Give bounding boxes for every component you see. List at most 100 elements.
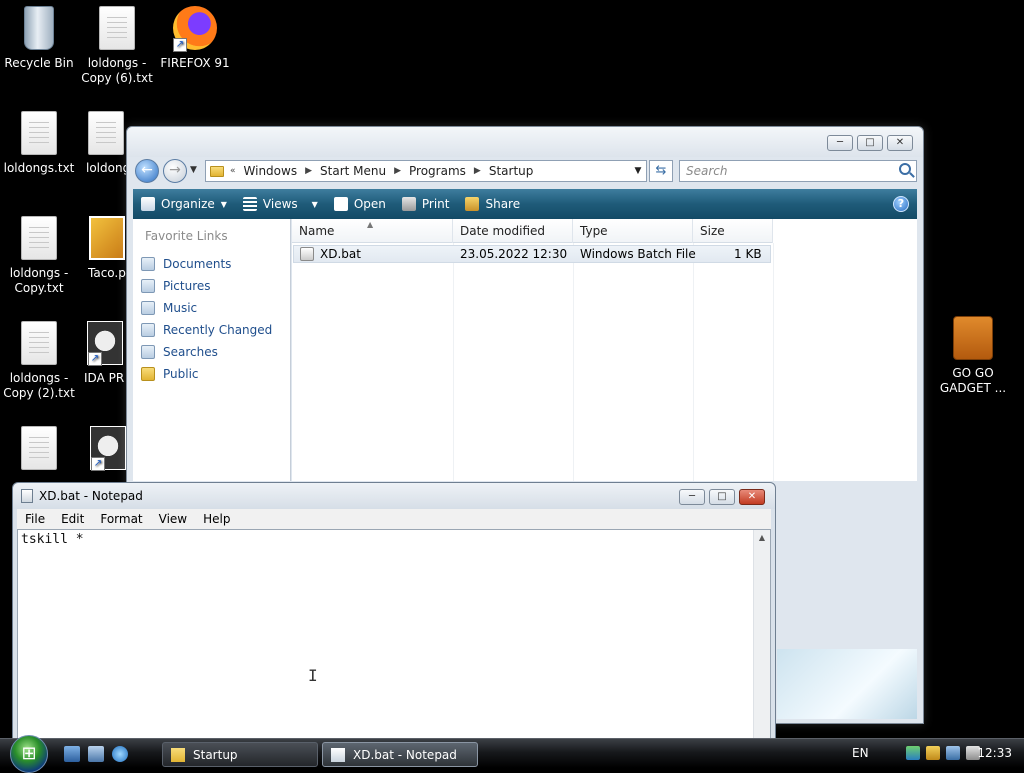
close-button[interactable]: ✕ [739, 489, 765, 505]
briefcase-icon [953, 316, 993, 360]
desktop-icon-firefox[interactable]: ↗ FIREFOX 91 [156, 2, 234, 71]
notepad-icon [331, 747, 345, 762]
share-button[interactable]: Share [457, 189, 528, 219]
maximize-button[interactable]: □ [857, 135, 883, 151]
scroll-up-icon[interactable]: ▲ [754, 530, 770, 546]
taskbar-item-notepad[interactable]: XD.bat - Notepad [322, 742, 478, 767]
taskbar-item-label: Startup [193, 747, 238, 762]
help-icon[interactable]: ? [893, 196, 909, 212]
search-icon [899, 163, 911, 175]
explorer-titlebar[interactable]: ─ □ ✕ [127, 127, 923, 157]
vertical-scrollbar[interactable]: ▲ [753, 530, 770, 738]
desktop-icon-label: loldongs - Copy (2).txt [3, 371, 75, 400]
desktop-icon-shortcut[interactable]: ↗ [90, 422, 126, 476]
forward-button[interactable]: → [163, 159, 187, 183]
recent-icon [141, 323, 155, 337]
language-indicator[interactable]: EN [852, 746, 869, 760]
network-icon[interactable] [906, 746, 920, 760]
desktop-icon-label: Recycle Bin [4, 56, 74, 70]
desktop-icon-go-go-gadget[interactable]: GO GO GADGET ... [934, 312, 1012, 396]
desktop-icon-loldongs[interactable]: loldongs.txt [0, 107, 78, 176]
notepad-titlebar[interactable]: XD.bat - Notepad ─ □ ✕ [13, 483, 775, 509]
taskbar-item-startup[interactable]: Startup [162, 742, 318, 767]
favorite-links-heading: Favorite Links [145, 229, 228, 243]
file-row[interactable]: XD.bat 23.05.2022 12:30 Windows Batch Fi… [293, 245, 771, 263]
editor-content[interactable]: tskill * [21, 532, 84, 547]
desktop-icon-loldongs-copy-6[interactable]: loldongs - Copy (6).txt [78, 2, 156, 86]
tray-app-icon[interactable] [946, 746, 960, 760]
column-header-type[interactable]: Type [573, 219, 693, 243]
show-desktop-icon[interactable] [64, 746, 80, 762]
command-bar: Organize ▼ Views ▼ Open Print Share ? [133, 189, 917, 219]
details-pane-graphic [777, 649, 917, 719]
views-button[interactable]: Views ▼ [235, 189, 326, 219]
start-button[interactable] [10, 735, 48, 773]
chevron-right-icon[interactable]: ▶ [303, 166, 314, 176]
maximize-button[interactable]: □ [709, 489, 735, 505]
search-input[interactable]: Search [679, 160, 917, 182]
close-button[interactable]: ✕ [887, 135, 913, 151]
desktop-icon-ida-pro[interactable]: ↗ IDA PRO [84, 317, 126, 386]
fav-link-searches[interactable]: Searches [133, 341, 290, 363]
menu-file[interactable]: File [17, 512, 53, 526]
desktop-icon-text-file[interactable] [0, 422, 78, 476]
chevron-right-icon[interactable]: ▶ [472, 166, 483, 176]
breadcrumb-overflow[interactable]: « [228, 166, 238, 176]
back-button[interactable]: ← [135, 159, 159, 183]
shortcut-arrow-icon: ↗ [88, 352, 102, 366]
menu-format[interactable]: Format [92, 512, 150, 526]
desktop-icon-recycle-bin[interactable]: Recycle Bin [0, 2, 78, 71]
chevron-down-icon[interactable]: ▼ [630, 166, 646, 176]
recent-pages-dropdown[interactable]: ▼ [190, 165, 197, 175]
fav-link-pictures[interactable]: Pictures [133, 275, 290, 297]
desktop-icon-label: loldongs - Copy.txt [9, 266, 69, 295]
desktop-icon-label: FIREFOX 91 [160, 56, 230, 70]
refresh-button[interactable]: ⇆ [649, 160, 673, 182]
minimize-button[interactable]: ─ [827, 135, 853, 151]
column-header-name[interactable]: ▲ Name [292, 219, 453, 243]
taskbar: Startup XD.bat - Notepad EN 12:33 [0, 735, 1024, 773]
text-file-icon [21, 321, 57, 365]
fav-link-music[interactable]: Music [133, 297, 290, 319]
fav-link-label: Public [163, 367, 199, 381]
taco-image-icon [89, 216, 125, 260]
open-icon [333, 197, 348, 211]
organize-button[interactable]: Organize ▼ [133, 189, 235, 219]
breadcrumb-windows[interactable]: Windows [238, 164, 304, 178]
minimize-button[interactable]: ─ [679, 489, 705, 505]
address-row: ← → ▼ « Windows ▶ Start Menu ▶ Programs … [133, 159, 917, 183]
desktop-icon-taco[interactable]: Taco.p [88, 212, 126, 281]
file-list: ▲ Name Date modified Type Size XD.bat 23.… [292, 219, 917, 481]
fav-link-label: Recently Changed [163, 323, 273, 337]
address-bar[interactable]: « Windows ▶ Start Menu ▶ Programs ▶ Star… [205, 160, 647, 182]
search-button[interactable] [899, 163, 911, 175]
column-divider [573, 243, 574, 481]
menu-edit[interactable]: Edit [53, 512, 92, 526]
breadcrumb-startup[interactable]: Startup [483, 164, 540, 178]
open-button[interactable]: Open [326, 189, 394, 219]
menu-help[interactable]: Help [195, 512, 238, 526]
security-icon[interactable] [926, 746, 940, 760]
breadcrumb-programs[interactable]: Programs [403, 164, 472, 178]
shortcut-arrow-icon: ↗ [91, 457, 105, 471]
chevron-right-icon[interactable]: ▶ [392, 166, 403, 176]
menu-view[interactable]: View [151, 512, 195, 526]
column-header-size[interactable]: Size [693, 219, 773, 243]
text-editor[interactable]: tskill * ▲ I [17, 529, 771, 738]
system-tray: EN 12:33 [834, 739, 1024, 769]
internet-explorer-icon[interactable] [112, 746, 128, 762]
fav-link-documents[interactable]: Documents [133, 253, 290, 275]
fav-link-recently-changed[interactable]: Recently Changed [133, 319, 290, 341]
file-type: Windows Batch File [580, 247, 696, 261]
desktop-icon-loldongs-copy-2[interactable]: loldongs - Copy (2).txt [0, 317, 78, 401]
share-label: Share [485, 197, 521, 211]
arrow-right-icon: → [169, 162, 181, 178]
print-button[interactable]: Print [394, 189, 458, 219]
column-header-date-modified[interactable]: Date modified [453, 219, 573, 243]
clock[interactable]: 12:33 [977, 746, 1012, 760]
desktop-icon-loldongs-copy-7[interactable]: loldongs - Copy (7 [86, 107, 126, 176]
fav-link-public[interactable]: Public [133, 363, 290, 385]
desktop-icon-loldongs-copy[interactable]: loldongs - Copy.txt [0, 212, 78, 296]
breadcrumb-start-menu[interactable]: Start Menu [314, 164, 392, 178]
switch-windows-icon[interactable] [88, 746, 104, 762]
